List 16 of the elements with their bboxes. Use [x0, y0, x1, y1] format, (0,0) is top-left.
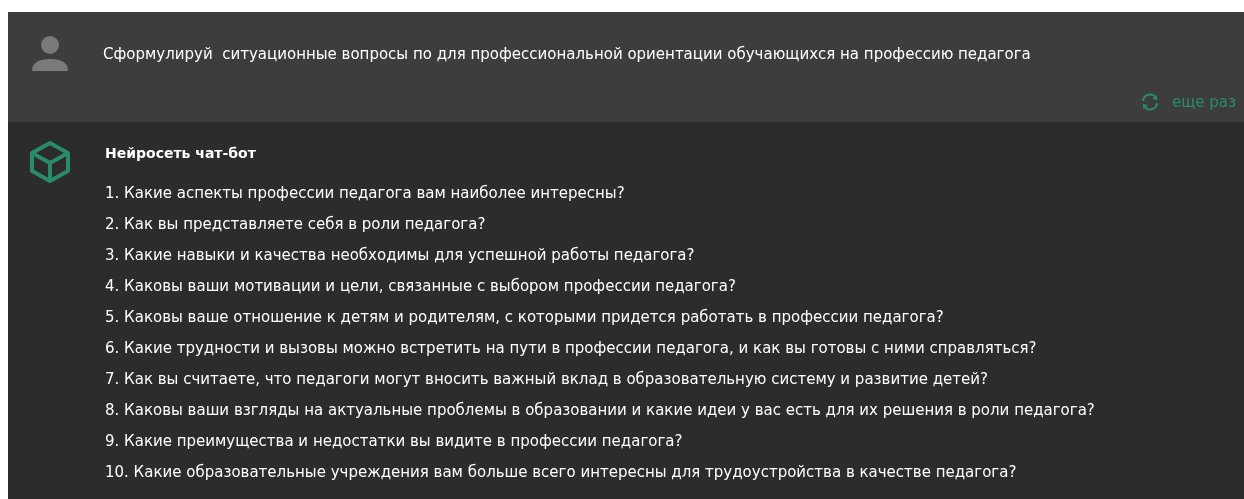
answer-line: 8. Каковы ваши взгляды на актуальные проблемы в образовании и какие идеи у вас есть для их решения в роли педагога?	[105, 400, 1095, 421]
user-message: Сформулируй ситуационные вопросы по для профессиональной ориентации обучающихся на профессию педагога	[103, 45, 1031, 63]
answer-line: 1. Какие аспекты профессии педагога вам наиболее интересны?	[105, 183, 626, 204]
bot-name: Нейросеть чат-бот	[105, 145, 257, 161]
answer-line: 10. Какие образовательные учреждения вам больше всего интересны для трудоустройства в качестве педагога?	[105, 462, 1018, 483]
answer-line: 3. Какие навыки и качества необходимы для успешной работы педагога?	[105, 245, 696, 266]
user-avatar-icon	[30, 34, 70, 74]
answer-line: 6. Какие трудности и вызовы можно встретить на пути в профессии педагога, и как вы готовы с ними справляться?	[105, 338, 1038, 359]
answer-line: 4. Каковы ваши мотивации и цели, связанные с выбором профессии педагога?	[105, 276, 737, 297]
retry-button[interactable]: еще раз	[1139, 92, 1236, 112]
answer-line: 7. Как вы считаете, что педагоги могут вносить важный вклад в образовательную систему и развитие детей?	[105, 369, 989, 390]
answer-line: 2. Как вы представляете себя в роли педагога?	[105, 214, 487, 235]
cube-icon	[28, 140, 72, 184]
refresh-icon	[1139, 92, 1160, 112]
answer-line: 5. Каковы ваше отношение к детям и родителям, с которыми придется работать в профессии педагога?	[105, 307, 945, 328]
answer-line: 9. Какие преимущества и недостатки вы видите в профессии педагога?	[105, 431, 684, 452]
